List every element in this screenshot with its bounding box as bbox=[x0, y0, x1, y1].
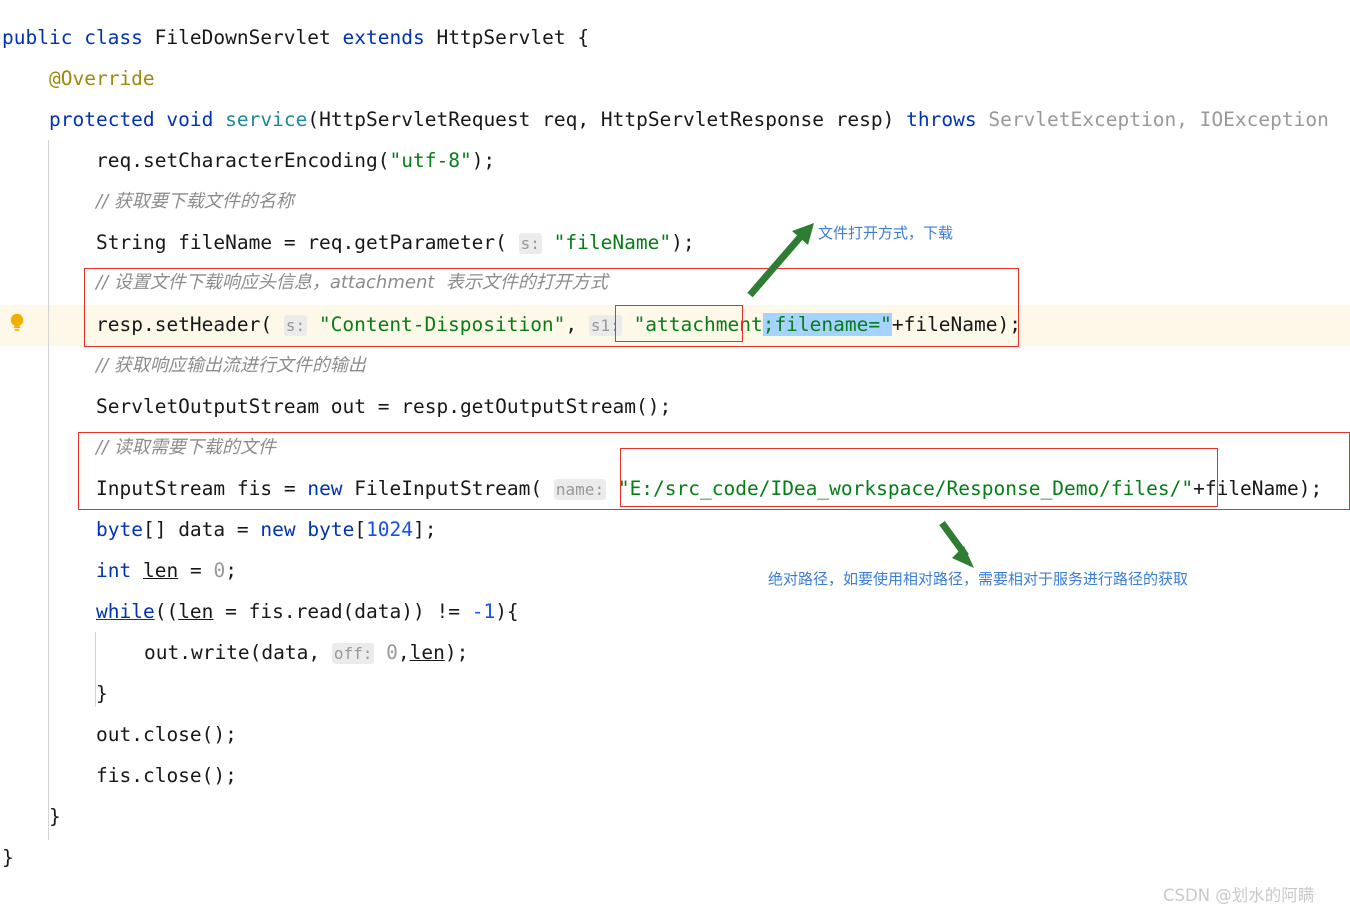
open-brace: { bbox=[577, 26, 590, 49]
keyword-public: public bbox=[2, 26, 73, 49]
bracket-open: [ bbox=[354, 518, 367, 541]
set-header-comma: , bbox=[565, 313, 589, 336]
variable-len: len bbox=[178, 600, 214, 623]
class-name: FileDownServlet bbox=[154, 26, 331, 49]
code-line-input-stream: InputStream fis = new FileInputStream( n… bbox=[96, 478, 1322, 501]
note-open-mode: 文件打开方式，下载 bbox=[818, 224, 954, 242]
input-stream-declaration: InputStream fis = bbox=[96, 477, 308, 500]
byte-array-size: 1024 bbox=[366, 518, 414, 541]
keyword-byte: byte bbox=[96, 518, 143, 541]
code-line-close-method: } bbox=[49, 805, 61, 828]
filename-tail: ); bbox=[671, 231, 695, 254]
variable-len: len bbox=[409, 641, 445, 664]
code-line-close-class: } bbox=[2, 846, 14, 869]
keyword-byte-type: byte bbox=[295, 518, 355, 541]
out-write-call: out.write(data, bbox=[144, 641, 332, 664]
filename-param-selected: ;filename=" bbox=[762, 313, 892, 336]
keyword-int: int bbox=[96, 559, 132, 582]
keyword-void: void bbox=[166, 108, 214, 131]
while-tail: ){ bbox=[495, 600, 519, 623]
code-line-out-write: out.write(data, off: 0,len); bbox=[144, 642, 468, 665]
file-path-string: "E:/src_code/IDea_workspace/Response_Dem… bbox=[617, 477, 1194, 500]
indent-guide bbox=[48, 140, 49, 840]
content-disposition-string: "Content-Disposition" bbox=[318, 313, 566, 336]
param-name-resp: resp) bbox=[835, 108, 895, 131]
param-hint-off: off: bbox=[331, 643, 375, 664]
file-input-stream-ctor: FileInputStream( bbox=[342, 477, 543, 500]
code-line-annotation-override: @Override bbox=[49, 67, 155, 90]
set-encoding-argument: "utf-8" bbox=[389, 149, 472, 172]
int-initial-value: 0 bbox=[213, 559, 226, 582]
csdn-watermark: CSDN @划水的阿瞒 bbox=[1163, 886, 1315, 905]
code-comment-get-filename: // 获取要下载文件的名称 bbox=[96, 191, 294, 212]
param-type-request: HttpServletRequest bbox=[319, 108, 531, 131]
code-comment-get-stream: // 获取响应输出流进行文件的输出 bbox=[96, 355, 366, 376]
code-line-out-close: out.close(); bbox=[96, 723, 237, 746]
attachment-string: "attachment bbox=[633, 313, 763, 336]
param-name-req: req, bbox=[542, 108, 590, 131]
code-line-fis-close: fis.close(); bbox=[96, 764, 237, 787]
while-compare-value: -1 bbox=[471, 600, 496, 623]
filename-declaration: String fileName = req.getParameter( bbox=[96, 231, 507, 254]
while-condition-mid: = fis.read(data)) != bbox=[213, 600, 472, 623]
keyword-extends: extends bbox=[342, 26, 425, 49]
keyword-new: new bbox=[260, 518, 296, 541]
param-hint-s: s: bbox=[518, 233, 542, 254]
set-header-tail: +fileName); bbox=[891, 313, 1021, 336]
assign-operator: = bbox=[178, 559, 214, 582]
variable-len: len bbox=[142, 559, 179, 582]
param-type-response: HttpServletResponse bbox=[600, 108, 824, 131]
write-tail: ); bbox=[444, 641, 469, 664]
open-paren: ( bbox=[307, 108, 320, 131]
code-line-class-declaration: public class FileDownServlet extends Htt… bbox=[2, 27, 589, 49]
filename-argument: "fileName" bbox=[553, 231, 672, 254]
byte-array-mid: [] data = bbox=[142, 518, 261, 541]
set-encoding-call: req.setCharacterEncoding( bbox=[96, 149, 390, 172]
param-hint-name: name: bbox=[553, 479, 607, 500]
code-line-while-loop: while((len = fis.read(data)) != -1){ bbox=[96, 601, 519, 623]
code-line-filename-declaration: String fileName = req.getParameter( s: "… bbox=[96, 232, 695, 255]
note-absolute-path: 绝对路径，如要使用相对路径，需要相对于服务进行路径的获取 bbox=[768, 570, 1189, 588]
param-hint-s1: s1: bbox=[588, 315, 622, 336]
keyword-class: class bbox=[84, 26, 143, 49]
lightbulb-icon[interactable] bbox=[8, 312, 26, 332]
code-line-close-while: } bbox=[96, 682, 108, 705]
code-line-byte-array: byte[] data = new byte[1024]; bbox=[96, 519, 437, 541]
keyword-protected: protected bbox=[49, 108, 155, 131]
keyword-throws: throws bbox=[906, 108, 977, 131]
super-class-name: HttpServlet bbox=[436, 26, 566, 49]
param-hint-s: s: bbox=[283, 315, 308, 336]
method-name: service bbox=[225, 108, 308, 131]
code-editor[interactable]: public class FileDownServlet extends Htt… bbox=[0, 0, 1350, 911]
code-line-set-header: resp.setHeader( s: "Content-Disposition"… bbox=[96, 313, 1021, 337]
keyword-new: new bbox=[307, 477, 343, 500]
write-offset-value: 0 bbox=[386, 641, 398, 664]
set-encoding-tail: ); bbox=[471, 149, 496, 172]
code-comment-set-header: // 设置文件下载响应头信息，attachment 表示文件的打开方式 bbox=[96, 272, 608, 293]
code-line-set-encoding: req.setCharacterEncoding("utf-8"); bbox=[96, 150, 495, 172]
while-open-parens: (( bbox=[154, 600, 179, 623]
green-arrow-up-left-icon bbox=[747, 223, 814, 298]
code-line-int-len: int len = 0; bbox=[96, 560, 237, 582]
thrown-exceptions: ServletException, IOException bbox=[988, 108, 1329, 131]
input-stream-tail: +fileName); bbox=[1193, 477, 1323, 500]
code-line-output-stream: ServletOutputStream out = resp.getOutput… bbox=[96, 395, 672, 418]
write-comma: , bbox=[397, 641, 410, 664]
statement-end: ; bbox=[225, 559, 237, 582]
keyword-while: while bbox=[96, 600, 155, 623]
code-comment-read-file: // 读取需要下载的文件 bbox=[96, 437, 276, 458]
byte-array-tail: ]; bbox=[413, 518, 437, 541]
code-line-method-signature: protected void service(HttpServletReques… bbox=[49, 109, 1329, 131]
set-header-call: resp.setHeader( bbox=[96, 313, 273, 336]
